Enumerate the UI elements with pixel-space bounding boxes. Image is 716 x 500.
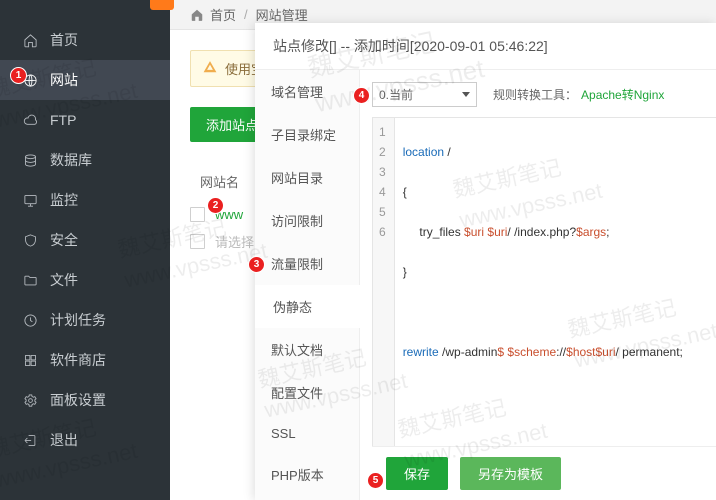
sidebar-item-security[interactable]: 安全	[0, 220, 170, 260]
modal-nav-ssl[interactable]: SSL	[255, 414, 359, 453]
logout-icon	[22, 432, 38, 448]
modal-nav: 域名管理 子目录绑定 网站目录 访问限制 流量限制 伪静态 默认文档 配置文件 …	[255, 70, 360, 500]
sidebar-item-home[interactable]: 首页	[0, 20, 170, 60]
modal-nav-subdir[interactable]: 子目录绑定	[255, 113, 359, 156]
grid-icon	[22, 352, 38, 368]
shield-icon	[22, 232, 38, 248]
sidebar-item-label: 安全	[50, 230, 78, 250]
gear-icon	[22, 392, 38, 408]
warning-icon	[203, 60, 217, 77]
top-indicator	[150, 0, 174, 10]
modal-nav-php[interactable]: PHP版本	[255, 453, 359, 496]
rewrite-select[interactable]: 0.当前	[372, 82, 477, 107]
sidebar-item-cron[interactable]: 计划任务	[0, 300, 170, 340]
sidebar-item-label: 退出	[50, 430, 78, 450]
sidebar-item-label: 计划任务	[50, 310, 106, 330]
sidebar-item-files[interactable]: 文件	[0, 260, 170, 300]
home-icon	[190, 8, 204, 22]
modal-nav-config[interactable]: 配置文件	[255, 371, 359, 414]
monitor-icon	[22, 192, 38, 208]
site-edit-modal: 站点修改[] -- 添加时间[2020-09-01 05:46:22] 域名管理…	[255, 23, 716, 500]
modal-footer: 保存 另存为模板	[372, 446, 716, 500]
modal-nav-domain[interactable]: 域名管理	[255, 70, 359, 113]
toolbar: 0.当前 规则转换工具： Apache转Nginx	[372, 82, 716, 117]
sidebar-item-label: 网站	[50, 70, 78, 90]
sidebar-item-ftp[interactable]: FTP	[0, 100, 170, 140]
modal-nav-traffic[interactable]: 流量限制	[255, 242, 359, 285]
sidebar-item-settings[interactable]: 面板设置	[0, 380, 170, 420]
sidebar-item-logout[interactable]: 退出	[0, 420, 170, 460]
step-badge-5: 5	[367, 472, 384, 489]
clock-icon	[22, 312, 38, 328]
step-badge-4: 4	[353, 87, 370, 104]
modal-content: 0.当前 规则转换工具： Apache转Nginx 123456 locatio…	[360, 70, 716, 500]
modal-nav-default-doc[interactable]: 默认文档	[255, 328, 359, 371]
modal-title: 站点修改[] -- 添加时间[2020-09-01 05:46:22]	[255, 23, 716, 70]
modal-nav-rewrite[interactable]: 伪静态	[255, 285, 359, 328]
select-value: 0.当前	[379, 86, 413, 103]
sidebar-item-label: 数据库	[50, 150, 92, 170]
modal-nav-webdir[interactable]: 网站目录	[255, 156, 359, 199]
step-badge-3: 3	[248, 256, 265, 273]
sidebar-item-label: 监控	[50, 190, 78, 210]
sidebar-item-label: 软件商店	[50, 350, 106, 370]
sidebar-item-label: 文件	[50, 270, 78, 290]
sidebar-item-database[interactable]: 数据库	[0, 140, 170, 180]
code-area[interactable]: location / { try_files $uri $uri/ /index…	[395, 118, 691, 446]
sidebar-item-label: 首页	[50, 30, 78, 50]
breadcrumb-sep: /	[244, 7, 248, 22]
step-badge-2: 2	[207, 197, 224, 214]
modal-nav-composer[interactable]: Composer	[255, 496, 359, 500]
save-button[interactable]: 保存	[386, 457, 448, 490]
home-icon	[22, 32, 38, 48]
tool-label: 规则转换工具：	[493, 86, 577, 103]
column-header-sitename: 网站名	[190, 166, 249, 197]
database-icon	[22, 152, 38, 168]
cloud-icon	[22, 112, 38, 128]
caret-down-icon	[462, 92, 470, 97]
code-editor[interactable]: 123456 location / { try_files $uri $uri/…	[372, 117, 716, 446]
modal-nav-access[interactable]: 访问限制	[255, 199, 359, 242]
breadcrumb-home[interactable]: 首页	[210, 5, 236, 24]
sidebar-item-monitor[interactable]: 监控	[0, 180, 170, 220]
convert-tool-link[interactable]: Apache转Nginx	[581, 86, 664, 103]
sidebar-item-software[interactable]: 软件商店	[0, 340, 170, 380]
sidebar-item-label: 面板设置	[50, 390, 106, 410]
step-badge-1: 1	[10, 67, 27, 84]
placeholder-text: 请选择	[215, 232, 254, 251]
checkbox[interactable]	[190, 207, 205, 222]
folder-icon	[22, 272, 38, 288]
save-as-template-button[interactable]: 另存为模板	[460, 457, 561, 490]
line-gutter: 123456	[373, 118, 395, 446]
checkbox[interactable]	[190, 234, 205, 249]
sidebar-item-label: FTP	[50, 112, 76, 128]
breadcrumb-current: 网站管理	[256, 5, 308, 24]
